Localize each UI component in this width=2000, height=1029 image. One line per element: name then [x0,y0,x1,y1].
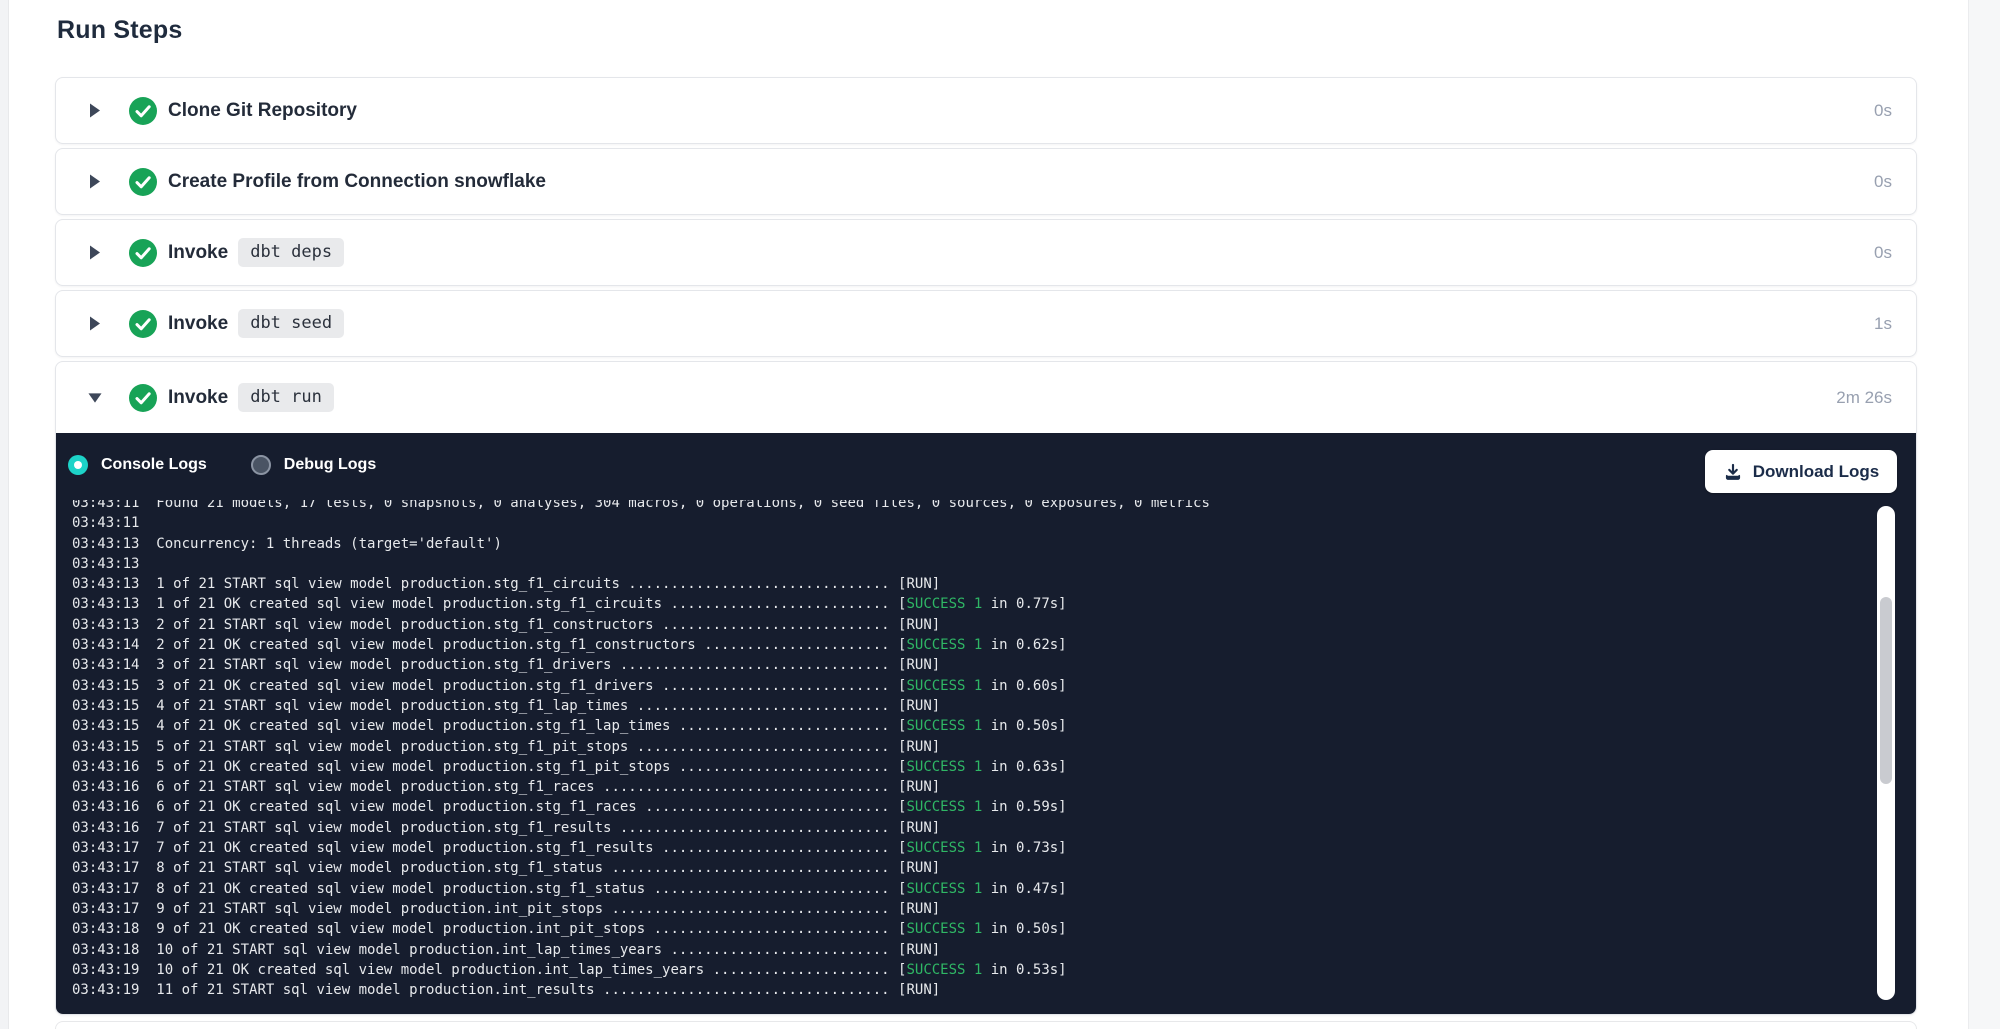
log-line: 03:43:13 [72,554,1870,574]
download-icon [1723,462,1743,482]
log-line: 03:43:19 11 of 21 START sql view model p… [72,980,1870,1000]
success-check-icon [129,384,157,412]
log-type-radio-group: Console Logs Debug Logs [68,455,376,475]
log-line: 03:43:16 6 of 21 OK created sql view mod… [72,797,1870,817]
page-left-gutter [0,0,9,1029]
debug-logs-label[interactable]: Debug Logs [284,456,376,474]
success-check-icon [129,97,157,125]
step-command-badge: dbt run [238,383,334,412]
log-line: 03:43:19 10 of 21 OK created sql view mo… [72,960,1870,980]
log-line: 03:43:14 3 of 21 START sql view model pr… [72,655,1870,675]
console-log-output[interactable]: 03:43:11 Found 21 models, 17 tests, 0 sn… [72,500,1870,1005]
debug-logs-radio[interactable] [251,455,271,475]
log-line: 03:43:15 3 of 21 OK created sql view mod… [72,676,1870,696]
log-line: 03:43:17 8 of 21 START sql view model pr… [72,858,1870,878]
step-card-invoke-dbt-run: Invoke dbt run 2m 26s Console Logs Debug… [55,361,1917,1015]
run-steps-page: Run Steps Clone Git Repository 0s [0,0,2000,1029]
log-line: 03:43:15 4 of 21 START sql view model pr… [72,696,1870,716]
chevron-right-icon[interactable] [88,245,102,260]
log-line: 03:43:18 9 of 21 OK created sql view mod… [72,919,1870,939]
download-logs-button[interactable]: Download Logs [1705,450,1897,493]
step-label: Create Profile from Connection snowflake [168,171,546,193]
step-command-badge: dbt seed [238,309,344,338]
step-duration: 2m 26s [1836,388,1892,408]
step-label: Invoke [168,313,228,335]
page-title: Run Steps [57,16,182,45]
log-line: 03:43:11 Found 21 models, 17 tests, 0 sn… [72,500,1870,513]
success-check-icon [129,310,157,338]
log-line: 03:43:16 7 of 21 START sql view model pr… [72,818,1870,838]
log-line: 03:43:17 7 of 21 OK created sql view mod… [72,838,1870,858]
step-card-create-profile: Create Profile from Connection snowflake… [55,148,1917,215]
download-logs-label: Download Logs [1753,462,1880,482]
log-line: 03:43:15 4 of 21 OK created sql view mod… [72,716,1870,736]
step-duration: 0s [1874,243,1892,263]
chevron-right-icon[interactable] [88,174,102,189]
step-label: Clone Git Repository [168,100,357,122]
console-log-panel: Console Logs Debug Logs Download L [56,433,1916,1014]
step-card-invoke-dbt-deps: Invoke dbt deps 0s [55,219,1917,286]
log-line: 03:43:14 2 of 21 OK created sql view mod… [72,635,1870,655]
step-row[interactable]: Invoke dbt seed 1s [56,291,1916,356]
step-card-invoke-dbt-seed: Invoke dbt seed 1s [55,290,1917,357]
log-line: 03:43:13 Concurrency: 1 threads (target=… [72,534,1870,554]
step-row[interactable]: Clone Git Repository 0s [56,78,1916,143]
step-label: Invoke [168,242,228,264]
success-check-icon [129,168,157,196]
step-duration: 1s [1874,314,1892,334]
page-right-gutter [1968,0,2000,1029]
log-scrollbar-thumb[interactable] [1880,597,1892,784]
step-command-badge: dbt deps [238,238,344,267]
chevron-down-icon[interactable] [88,390,102,405]
log-toolbar: Console Logs Debug Logs Download L [56,433,1916,500]
console-logs-label[interactable]: Console Logs [101,456,207,474]
step-duration: 0s [1874,101,1892,121]
chevron-right-icon[interactable] [88,316,102,331]
console-logs-radio[interactable] [68,455,88,475]
log-line: 03:43:16 5 of 21 OK created sql view mod… [72,757,1870,777]
step-card-clone-git-repository: Clone Git Repository 0s [55,77,1917,144]
log-line: 03:43:17 9 of 21 START sql view model pr… [72,899,1870,919]
log-line: 03:43:18 10 of 21 START sql view model p… [72,940,1870,960]
step-row[interactable]: Invoke dbt deps 0s [56,220,1916,285]
log-line: 03:43:11 [72,513,1870,533]
log-line: 03:43:15 5 of 21 START sql view model pr… [72,737,1870,757]
chevron-right-icon[interactable] [88,103,102,118]
log-line: 03:43:17 8 of 21 OK created sql view mod… [72,879,1870,899]
step-duration: 0s [1874,172,1892,192]
next-step-card-edge [55,1021,1917,1029]
log-line: 03:43:13 1 of 21 OK created sql view mod… [72,594,1870,614]
log-scrollbar-track[interactable] [1877,506,1895,1000]
success-check-icon [129,239,157,267]
step-row[interactable]: Invoke dbt run 2m 26s [56,362,1916,433]
log-line: 03:43:13 1 of 21 START sql view model pr… [72,574,1870,594]
step-label: Invoke [168,387,228,409]
log-line: 03:43:16 6 of 21 START sql view model pr… [72,777,1870,797]
log-line: 03:43:13 2 of 21 START sql view model pr… [72,615,1870,635]
step-row[interactable]: Create Profile from Connection snowflake… [56,149,1916,214]
run-steps-list: Clone Git Repository 0s Create Profile f… [55,77,1917,1029]
